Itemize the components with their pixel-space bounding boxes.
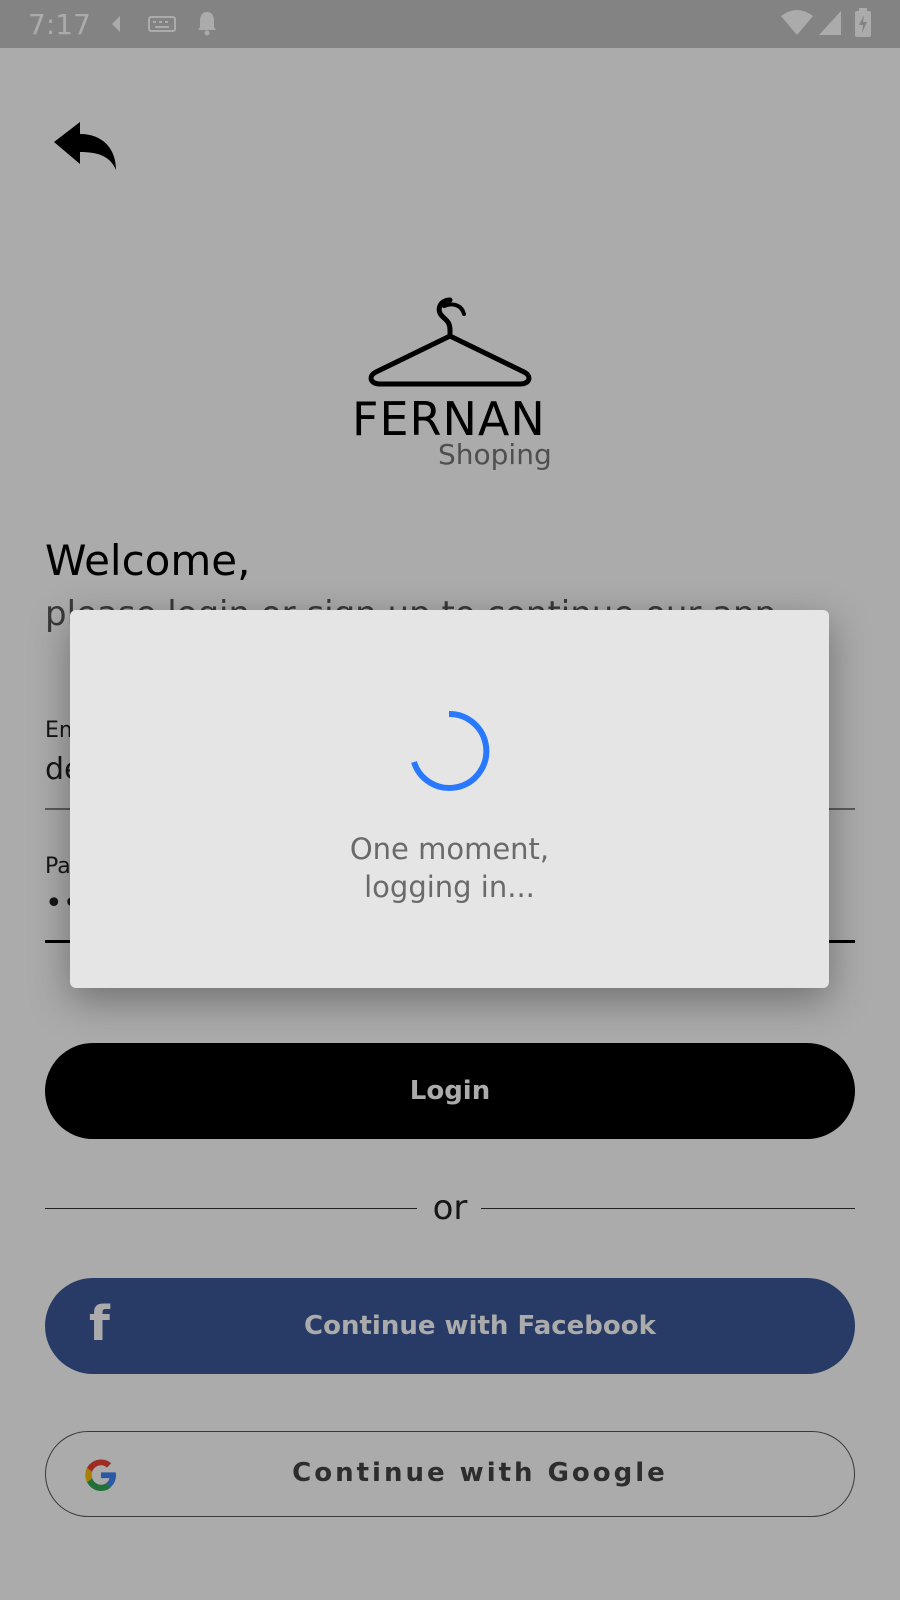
loading-message-line2: logging in...: [364, 870, 535, 904]
loading-message-line1: One moment,: [349, 832, 550, 866]
loading-dialog: One moment, logging in...: [70, 610, 829, 988]
loading-spinner-icon: [411, 710, 490, 791]
